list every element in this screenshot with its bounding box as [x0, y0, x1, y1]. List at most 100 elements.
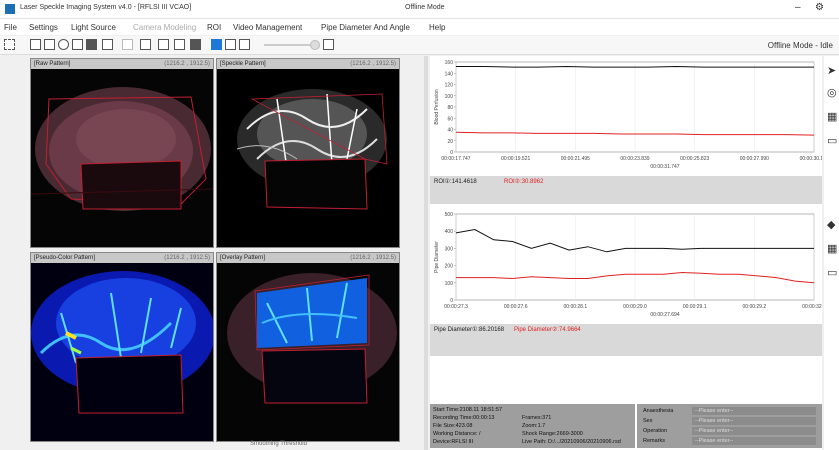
app-logo-icon	[5, 4, 15, 14]
window-title: Laser Speckle Imaging System v4.0 - [RFL…	[20, 4, 192, 11]
panel-title: [Speckle Pattern]	[220, 61, 266, 67]
title-bar: Laser Speckle Imaging System v4.0 - [RFL…	[0, 0, 839, 19]
copy-roi-icon[interactable]	[140, 39, 151, 50]
layout-single-icon[interactable]	[211, 39, 222, 50]
save-chart-icon[interactable]: ▭	[827, 134, 837, 147]
angle-tool-icon[interactable]	[158, 39, 169, 50]
blood-perfusion-chart[interactable]: 0 20 40 60 80 100 120 140 160 00:00:17.747 00:00:1…	[430, 56, 822, 176]
move-roi-icon[interactable]	[122, 39, 133, 50]
x-tick-label: 00:00:17.747	[441, 156, 470, 162]
export-table-icon[interactable]: ▦	[827, 110, 837, 123]
anaesthesia-label: Anaesthesia	[643, 408, 674, 414]
polygon-roi-icon[interactable]	[72, 39, 83, 50]
x-tick-label: 00:00:28.1	[564, 304, 588, 310]
diameter2-readout: Pipe Diameter②:74.9664	[514, 327, 581, 333]
cursor-icon[interactable]: ◆	[827, 218, 835, 231]
pipe-diameter-chart[interactable]: 0 100 200 300 400 500 00:00:27.3 00:00:27.6 00:0…	[430, 208, 822, 324]
x-tick-label: 00:00:29.0	[623, 304, 647, 310]
select-roi-icon[interactable]	[4, 39, 15, 50]
y-axis-label: Blood Perfusion	[434, 89, 440, 125]
diameter-readout-bar: Pipe Diameter①:86.20168 Pipe Diameter②:7…	[430, 324, 822, 356]
y-tick-label: 100	[445, 94, 454, 100]
frames: Frames:371	[522, 415, 552, 421]
menu-file[interactable]: File	[4, 23, 17, 32]
y-tick-label: 60	[447, 116, 453, 122]
y-tick-label: 400	[445, 229, 454, 235]
panel-resolution: (1216.2 , 1912.5)	[350, 255, 396, 261]
shock-range: Shock Range:2669-3000	[522, 431, 583, 437]
remarks-input[interactable]: --Please enter--	[692, 437, 816, 445]
form-row: Remarks --Please enter--	[637, 436, 822, 446]
layout-split-icon[interactable]	[239, 39, 250, 50]
x-tick-label: 00:00:27.6	[504, 304, 528, 310]
experiment-form-panel: Anaesthesia --Please enter-- Sex --Pleas…	[637, 404, 822, 448]
remarks-label: Remarks	[643, 438, 666, 444]
y-tick-label: 20	[447, 139, 453, 145]
roi2-readout: ROI②:30.8962	[504, 179, 544, 185]
anaesthesia-input[interactable]: --Please enter--	[692, 407, 816, 415]
reset-zoom-icon[interactable]: ◎	[827, 86, 837, 99]
start-time: Start Time:2108.11 18:51:57	[433, 407, 502, 413]
form-row: Operation --Please enter--	[637, 426, 822, 436]
toolbar: Offline Mode - Idle	[0, 36, 839, 55]
save-chart-icon[interactable]: ▭	[827, 266, 837, 279]
menu-roi[interactable]: ROI	[207, 23, 221, 32]
pseudo-color-pattern-panel[interactable]: [Pseudo-Color Pattern] (1216.2 , 1912.5)	[30, 252, 214, 442]
fit-view-icon[interactable]	[323, 39, 334, 50]
panel-resolution: (1216.2 , 1912.5)	[164, 255, 210, 261]
pipe-diameter-svg: 010020030040050000:00:27.3 00:00:27.6 00:0…	[434, 212, 822, 318]
zoom: Zoom:1.7	[522, 423, 546, 429]
overlay-pattern-panel[interactable]: [Overlay Pattern] (1216.2 , 1912.5)	[216, 252, 400, 442]
sex-input[interactable]: --Please enter--	[692, 417, 816, 425]
panel-title: [Overlay Pattern]	[220, 255, 266, 261]
chart-tools-bar: ➤ ◎ ▦ ▭ ◆ ▦ ▭	[824, 56, 839, 450]
diameter1-readout: Pipe Diameter①:86.20168	[434, 327, 505, 333]
menu-pipe-diameter-angle[interactable]: Pipe Diameter And Angle	[321, 23, 410, 32]
square-roi-icon[interactable]	[44, 39, 55, 50]
form-row: Anaesthesia --Please enter--	[637, 406, 822, 416]
cursor-time-label: 00:00:31.747	[650, 164, 679, 170]
form-row: Sex --Please enter--	[637, 416, 822, 426]
y-tick-label: 140	[445, 71, 454, 77]
zoom-slider-handle[interactable]	[310, 40, 320, 50]
x-tick-label: 00:00:30.118	[800, 156, 822, 162]
sex-label: Sex	[643, 418, 653, 424]
save-roi-icon[interactable]	[102, 39, 113, 50]
layout-grid-icon[interactable]	[225, 39, 236, 50]
menu-bar: File Settings Light Source Camera Modeli…	[0, 19, 839, 35]
panel-resolution: (1216.2 , 1912.5)	[350, 61, 396, 67]
x-tick-label: 00:00:27.990	[740, 156, 769, 162]
cursor-time-label: 00:00:27.694	[650, 312, 679, 318]
image-panels-area: [Raw Pattern] (1216.2 , 1912.5) [Speckle…	[26, 56, 404, 442]
circle-roi-icon[interactable]	[58, 39, 69, 50]
operation-input[interactable]: --Please enter--	[692, 427, 816, 435]
zoom-slider-track[interactable]	[264, 44, 314, 46]
recording-info-panel: Start Time:2108.11 18:51:57 Recording Ti…	[430, 404, 635, 448]
x-tick-label: 00:00:32.1	[802, 304, 822, 310]
menu-help[interactable]: Help	[429, 23, 445, 32]
measure-line-icon[interactable]	[174, 39, 185, 50]
menu-video-management[interactable]: Video Management	[233, 23, 302, 32]
menu-camera-modeling[interactable]: Camera Modeling	[133, 23, 196, 32]
cursor-icon[interactable]: ➤	[827, 64, 836, 77]
panel-header: [Raw Pattern] (1216.2 , 1912.5)	[31, 59, 213, 69]
settings-gear-icon[interactable]: ⚙	[815, 2, 824, 13]
speckle-pattern-panel[interactable]: [Speckle Pattern] (1216.2 , 1912.5)	[216, 58, 400, 248]
delete-roi-icon[interactable]	[86, 39, 97, 50]
chart-area: 0 20 40 60 80 100 120 140 160 00:00:17.747 00:00:1…	[430, 56, 822, 450]
blood-perfusion-svg: 02040608010012014016000:00:17.747 00:00:1…	[434, 60, 822, 170]
working-distance: Working Distance: /	[433, 431, 481, 437]
y-tick-label: 120	[445, 83, 454, 89]
pane-splitter[interactable]	[424, 56, 428, 450]
menu-light-source[interactable]: Light Source	[71, 23, 116, 32]
clear-measure-icon[interactable]	[190, 39, 201, 50]
raw-pattern-panel[interactable]: [Raw Pattern] (1216.2 , 1912.5)	[30, 58, 214, 248]
export-table-icon[interactable]: ▦	[827, 242, 837, 255]
window-mode-title: Offline Mode	[405, 4, 445, 11]
rectangle-roi-icon[interactable]	[30, 39, 41, 50]
minimize-button[interactable]: –	[795, 2, 801, 13]
y-tick-label: 80	[447, 105, 453, 111]
panel-header: [Overlay Pattern] (1216.2 , 1912.5)	[217, 253, 399, 263]
x-tick-label: 00:00:25.823	[680, 156, 709, 162]
menu-settings[interactable]: Settings	[29, 23, 58, 32]
